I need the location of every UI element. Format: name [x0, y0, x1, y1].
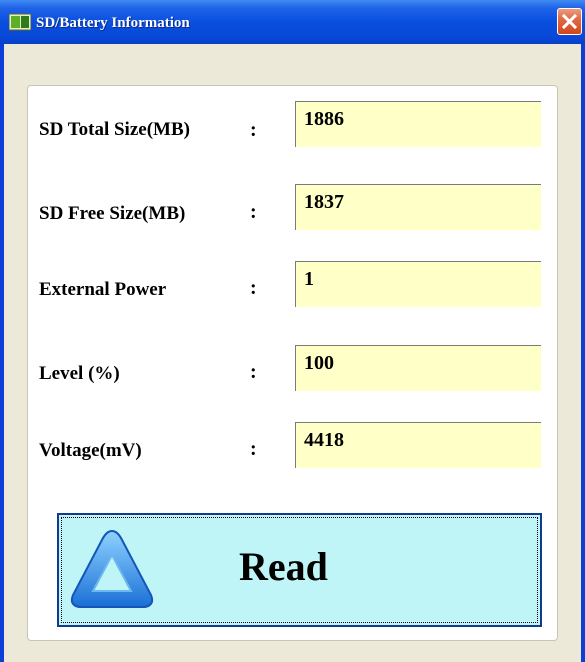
colon: :: [250, 277, 257, 299]
voltage-field[interactable]: 4418: [295, 422, 541, 468]
level-field[interactable]: 100: [295, 345, 541, 391]
sd-total-size-label: SD Total Size(MB): [39, 119, 190, 140]
sd-free-size-field[interactable]: 1837: [295, 184, 541, 230]
sd-free-size-label: SD Free Size(MB): [39, 203, 186, 224]
colon: :: [250, 361, 257, 383]
battery-app-icon: [8, 13, 32, 31]
title-bar[interactable]: SD/Battery Information: [0, 0, 585, 44]
info-panel: SD Total Size(MB) : 1886 SD Free Size(MB…: [27, 85, 558, 641]
colon: :: [250, 438, 257, 460]
dialog-window: SD/Battery Information SD Total Size(MB)…: [0, 0, 585, 662]
read-button[interactable]: Read: [57, 513, 542, 627]
external-power-field[interactable]: 1: [295, 261, 541, 307]
close-icon: [562, 14, 577, 29]
sd-total-size-field[interactable]: 1886: [295, 101, 541, 147]
level-label: Level (%): [39, 363, 120, 384]
window-title: SD/Battery Information: [36, 15, 190, 31]
client-area: SD Total Size(MB) : 1886 SD Free Size(MB…: [4, 44, 581, 662]
voltage-label: Voltage(mV): [39, 440, 142, 461]
up-triangle-icon: [70, 529, 154, 608]
colon: :: [250, 201, 257, 223]
read-button-label: Read: [239, 544, 328, 589]
close-button[interactable]: [557, 8, 582, 35]
colon: :: [250, 119, 257, 141]
external-power-label: External Power: [39, 279, 167, 300]
